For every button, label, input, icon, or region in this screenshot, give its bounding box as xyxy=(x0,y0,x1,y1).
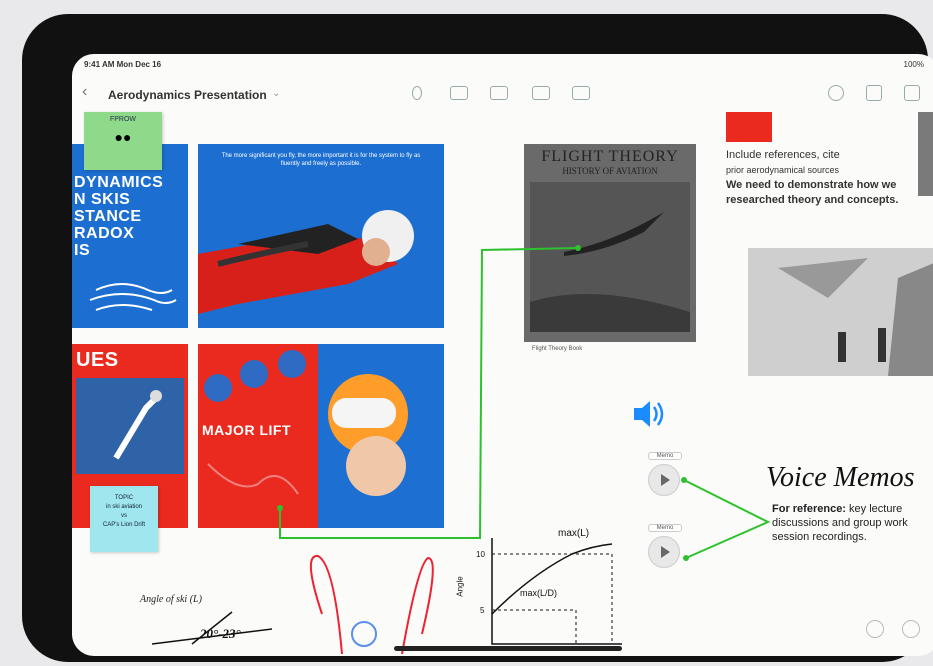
connector-memos xyxy=(683,479,771,559)
ear-left-sketch xyxy=(309,555,343,655)
zoom-control[interactable] xyxy=(100,616,140,630)
graph-dash-ld xyxy=(492,609,577,644)
home-indicator[interactable] xyxy=(394,646,622,651)
angle-sketch xyxy=(151,611,273,645)
ipad-frame: 9:41 AM Mon Dec 16 100% ‹ Aerodynamics P… xyxy=(22,14,933,662)
ear-right-sketch xyxy=(401,556,434,655)
graph-dash-max xyxy=(492,553,613,644)
blue-doodle xyxy=(351,621,377,647)
redo-icon[interactable] xyxy=(902,620,920,638)
connector-book-to-slide xyxy=(279,247,579,539)
undo-icon[interactable] xyxy=(866,620,884,638)
connector-end-dot xyxy=(683,555,689,561)
connector-end-dot xyxy=(575,245,581,251)
connector-lines xyxy=(151,245,771,655)
freeform-canvas[interactable]: 9:41 AM Mon Dec 16 100% ‹ Aerodynamics P… xyxy=(72,54,933,656)
connector-end-dot xyxy=(681,477,687,483)
connector-end-dot xyxy=(277,505,283,511)
